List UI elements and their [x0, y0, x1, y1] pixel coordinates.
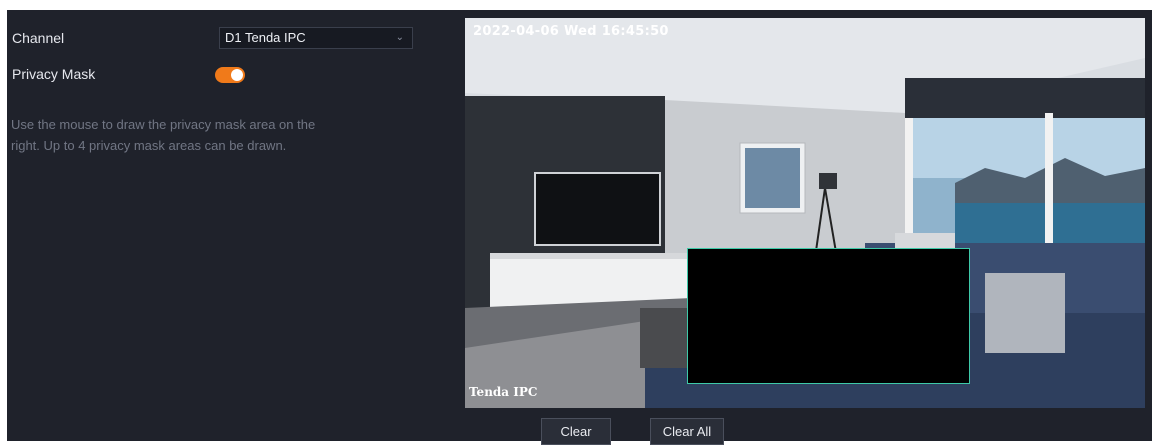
- camera-preview[interactable]: 2022-04-06 Wed 16:45:50 Tenda IPC: [465, 18, 1145, 408]
- channel-label: Channel: [12, 30, 65, 46]
- osd-datetime: 2022-04-06 Wed 16:45:50: [473, 24, 669, 39]
- toggle-knob: [231, 69, 243, 81]
- privacy-mask-panel: Channel D1 Tenda IPC ⌄ Privacy Mask Use …: [7, 10, 1152, 445]
- privacy-mask-toggle[interactable]: [215, 67, 245, 83]
- channel-select[interactable]: D1 Tenda IPC ⌄: [219, 27, 413, 49]
- osd-channel-name: Tenda IPC: [469, 385, 538, 399]
- privacy-mask-hint: Use the mouse to draw the privacy mask a…: [11, 117, 316, 153]
- privacy-mask-area[interactable]: [687, 248, 970, 384]
- chevron-down-icon: ⌄: [395, 32, 404, 43]
- channel-select-value: D1 Tenda IPC: [225, 30, 306, 45]
- privacy-mask-label: Privacy Mask: [12, 66, 96, 82]
